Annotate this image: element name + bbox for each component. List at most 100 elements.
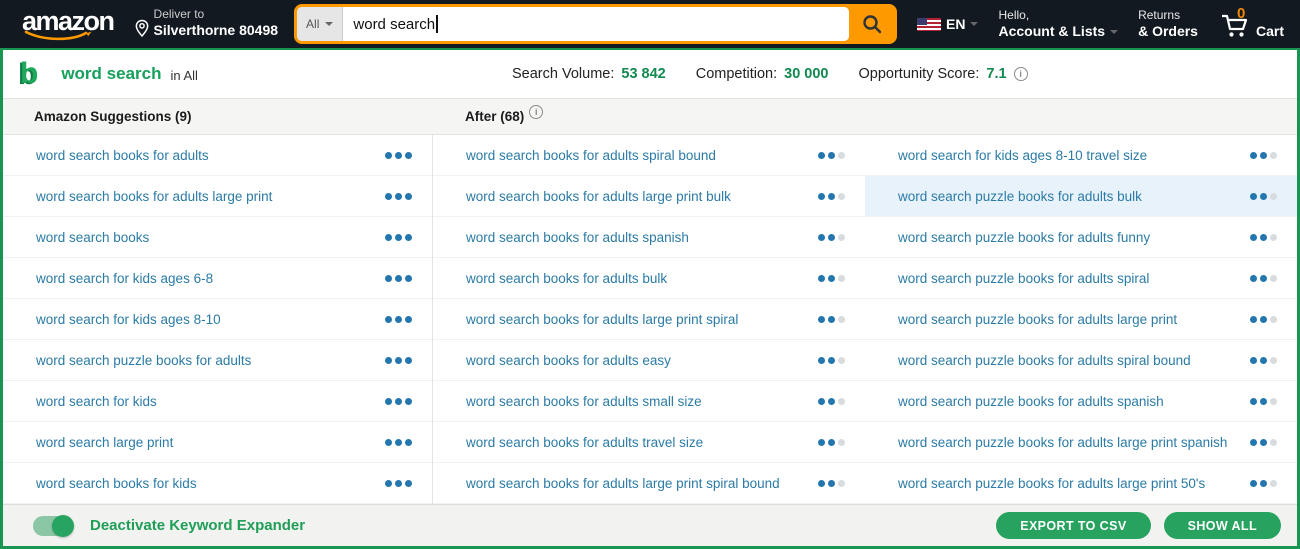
dot-empty-icon <box>838 356 845 364</box>
keyword-row[interactable]: word search books for adults easy <box>433 340 865 381</box>
keyword-row[interactable]: word search puzzle books for adults larg… <box>865 463 1297 504</box>
keyword-link[interactable]: word search puzzle books for adults bulk <box>898 189 1142 204</box>
keyword-row[interactable]: word search puzzle books for adults span… <box>865 381 1297 422</box>
keyword-link[interactable]: word search books for adults bulk <box>466 271 667 286</box>
keyword-link[interactable]: word search puzzle books for adults larg… <box>898 435 1227 450</box>
dot-empty-icon <box>1270 438 1277 446</box>
keyword-link[interactable]: word search books for adults large print… <box>466 189 731 204</box>
keyword-link[interactable]: word search books for adults <box>36 148 209 163</box>
language-selector[interactable]: EN <box>917 16 979 32</box>
dot-filled-icon <box>1250 151 1257 159</box>
keyword-link[interactable]: word search books for adults travel size <box>466 435 703 450</box>
keyword-expander-toggle[interactable] <box>33 514 74 537</box>
deliver-to[interactable]: Deliver to Silverthorne 80498 <box>134 7 278 42</box>
keyword-row[interactable]: word search puzzle books for adults <box>3 340 432 381</box>
keyword-row[interactable]: word search books for adults spiral boun… <box>433 135 865 176</box>
dot-filled-icon <box>828 151 835 159</box>
dot-empty-icon <box>838 274 845 282</box>
keyword-link[interactable]: word search for kids ages 8-10 <box>36 312 221 327</box>
relevancy-dots <box>1250 315 1277 323</box>
dot-filled-icon <box>1260 233 1267 241</box>
keyword-link[interactable]: word search for kids ages 8-10 travel si… <box>898 148 1147 163</box>
keyword-link[interactable]: word search puzzle books for adults span… <box>898 394 1164 409</box>
keyword-link[interactable]: word search large print <box>36 435 173 450</box>
keyword-link[interactable]: word search for kids ages 6-8 <box>36 271 213 286</box>
dot-filled-icon <box>1250 397 1257 405</box>
keyword-row[interactable]: word search books for adults <box>3 135 432 176</box>
dot-filled-icon <box>1250 356 1257 364</box>
returns-orders[interactable]: Returns & Orders <box>1138 8 1198 41</box>
after-column-1: word search books for adults spiral boun… <box>433 135 865 504</box>
keyword-row[interactable]: word search puzzle books for adults spir… <box>865 258 1297 299</box>
keyword-link[interactable]: word search books for adults large print… <box>466 476 780 491</box>
keyword-link[interactable]: word search books for adults large print… <box>466 312 738 327</box>
keyword-row[interactable]: word search puzzle books for adults larg… <box>865 422 1297 463</box>
dot-filled-icon <box>1250 315 1257 323</box>
dot-filled-icon <box>405 438 412 446</box>
keyword-link[interactable]: word search puzzle books for adults larg… <box>898 476 1205 491</box>
keyword-row[interactable]: word search books <box>3 217 432 258</box>
keyword-row[interactable]: word search books for adults travel size <box>433 422 865 463</box>
keyword-link[interactable]: word search books <box>36 230 149 245</box>
toggle-label: Deactivate Keyword Expander <box>90 517 306 534</box>
info-icon[interactable]: i <box>529 104 544 119</box>
keyword-link[interactable]: word search puzzle books for adults spir… <box>898 271 1149 286</box>
search-query-text: word search <box>353 15 436 33</box>
cart-count-badge: 0 <box>1236 5 1246 22</box>
amazon-header: amazon Deliver to Silverthorne 80498 All… <box>0 0 1300 48</box>
search-icon <box>862 15 881 34</box>
account-lists-menu[interactable]: Hello, Account & Lists <box>998 8 1119 41</box>
keyword-row[interactable]: word search for kids ages 6-8 <box>3 258 432 299</box>
keyword-row[interactable]: word search books for adults large print… <box>433 299 865 340</box>
keyword-link[interactable]: word search books for adults spanish <box>466 230 689 245</box>
keyword-row[interactable]: word search books for adults large print <box>3 176 432 217</box>
show-all-button[interactable]: SHOW ALL <box>1163 512 1281 539</box>
search-category-dropdown[interactable]: All <box>297 7 344 41</box>
dot-filled-icon <box>405 274 412 282</box>
keyword-row[interactable]: word search books for kids <box>3 463 432 504</box>
keyword-expander-panel: b word search in All Search Volume: 53 8… <box>0 48 1300 549</box>
search-volume-stat: Search Volume: 53 842 <box>512 66 666 82</box>
keyword-row[interactable]: word search for kids ages 8-10 <box>3 299 432 340</box>
relevancy-dots <box>818 479 845 487</box>
search-input[interactable]: word search <box>343 7 850 41</box>
dot-filled-icon <box>395 151 402 159</box>
keyword-link[interactable]: word search books for adults spiral boun… <box>466 148 716 163</box>
keyword-row[interactable]: word search books for adults bulk <box>433 258 865 299</box>
keyword-link[interactable]: word search puzzle books for adults larg… <box>898 312 1177 327</box>
info-icon[interactable]: i <box>1013 67 1028 81</box>
search-button[interactable] <box>849 7 895 41</box>
keyword-row[interactable]: word search for kids ages 8-10 travel si… <box>865 135 1297 176</box>
keyword-link[interactable]: word search books for kids <box>36 476 197 491</box>
us-flag-icon <box>917 17 942 31</box>
keyword-row[interactable]: word search large print <box>3 422 432 463</box>
dot-filled-icon <box>1260 151 1267 159</box>
keyword-row[interactable]: word search books for adults spanish <box>433 217 865 258</box>
keyword-row[interactable]: word search books for adults small size <box>433 381 865 422</box>
keyword-row[interactable]: word search for kids <box>3 381 432 422</box>
keyword-link[interactable]: word search puzzle books for adults spir… <box>898 353 1191 368</box>
keyword-row[interactable]: word search puzzle books for adults larg… <box>865 299 1297 340</box>
export-csv-button[interactable]: EXPORT TO CSV <box>996 512 1151 539</box>
relevancy-dots <box>385 274 412 282</box>
keyword-link[interactable]: word search books for adults small size <box>466 394 702 409</box>
keyword-link[interactable]: word search for kids <box>36 394 157 409</box>
keyword-row[interactable]: word search puzzle books for adults funn… <box>865 217 1297 258</box>
relevancy-dots <box>1250 233 1277 241</box>
amazon-logo[interactable]: amazon <box>16 4 120 45</box>
after-column-2: word search for kids ages 8-10 travel si… <box>865 135 1297 504</box>
dot-filled-icon <box>405 356 412 364</box>
keyword-row[interactable]: word search puzzle books for adults bulk <box>865 176 1297 217</box>
keyword-row[interactable]: word search books for adults large print… <box>433 463 865 504</box>
keyword-row[interactable]: word search puzzle books for adults spir… <box>865 340 1297 381</box>
keyword-link[interactable]: word search books for adults large print <box>36 189 272 204</box>
keyword-link[interactable]: word search books for adults easy <box>466 353 671 368</box>
bookbeam-logo[interactable]: b <box>20 59 38 89</box>
after-header: After (68) i <box>432 104 544 124</box>
keyword-link[interactable]: word search puzzle books for adults <box>36 353 251 368</box>
keyword-link[interactable]: word search puzzle books for adults funn… <box>898 230 1150 245</box>
keyword-row[interactable]: word search books for adults large print… <box>433 176 865 217</box>
dot-empty-icon <box>1270 315 1277 323</box>
dot-filled-icon <box>405 151 412 159</box>
cart-button[interactable]: 0 Cart <box>1218 5 1284 39</box>
